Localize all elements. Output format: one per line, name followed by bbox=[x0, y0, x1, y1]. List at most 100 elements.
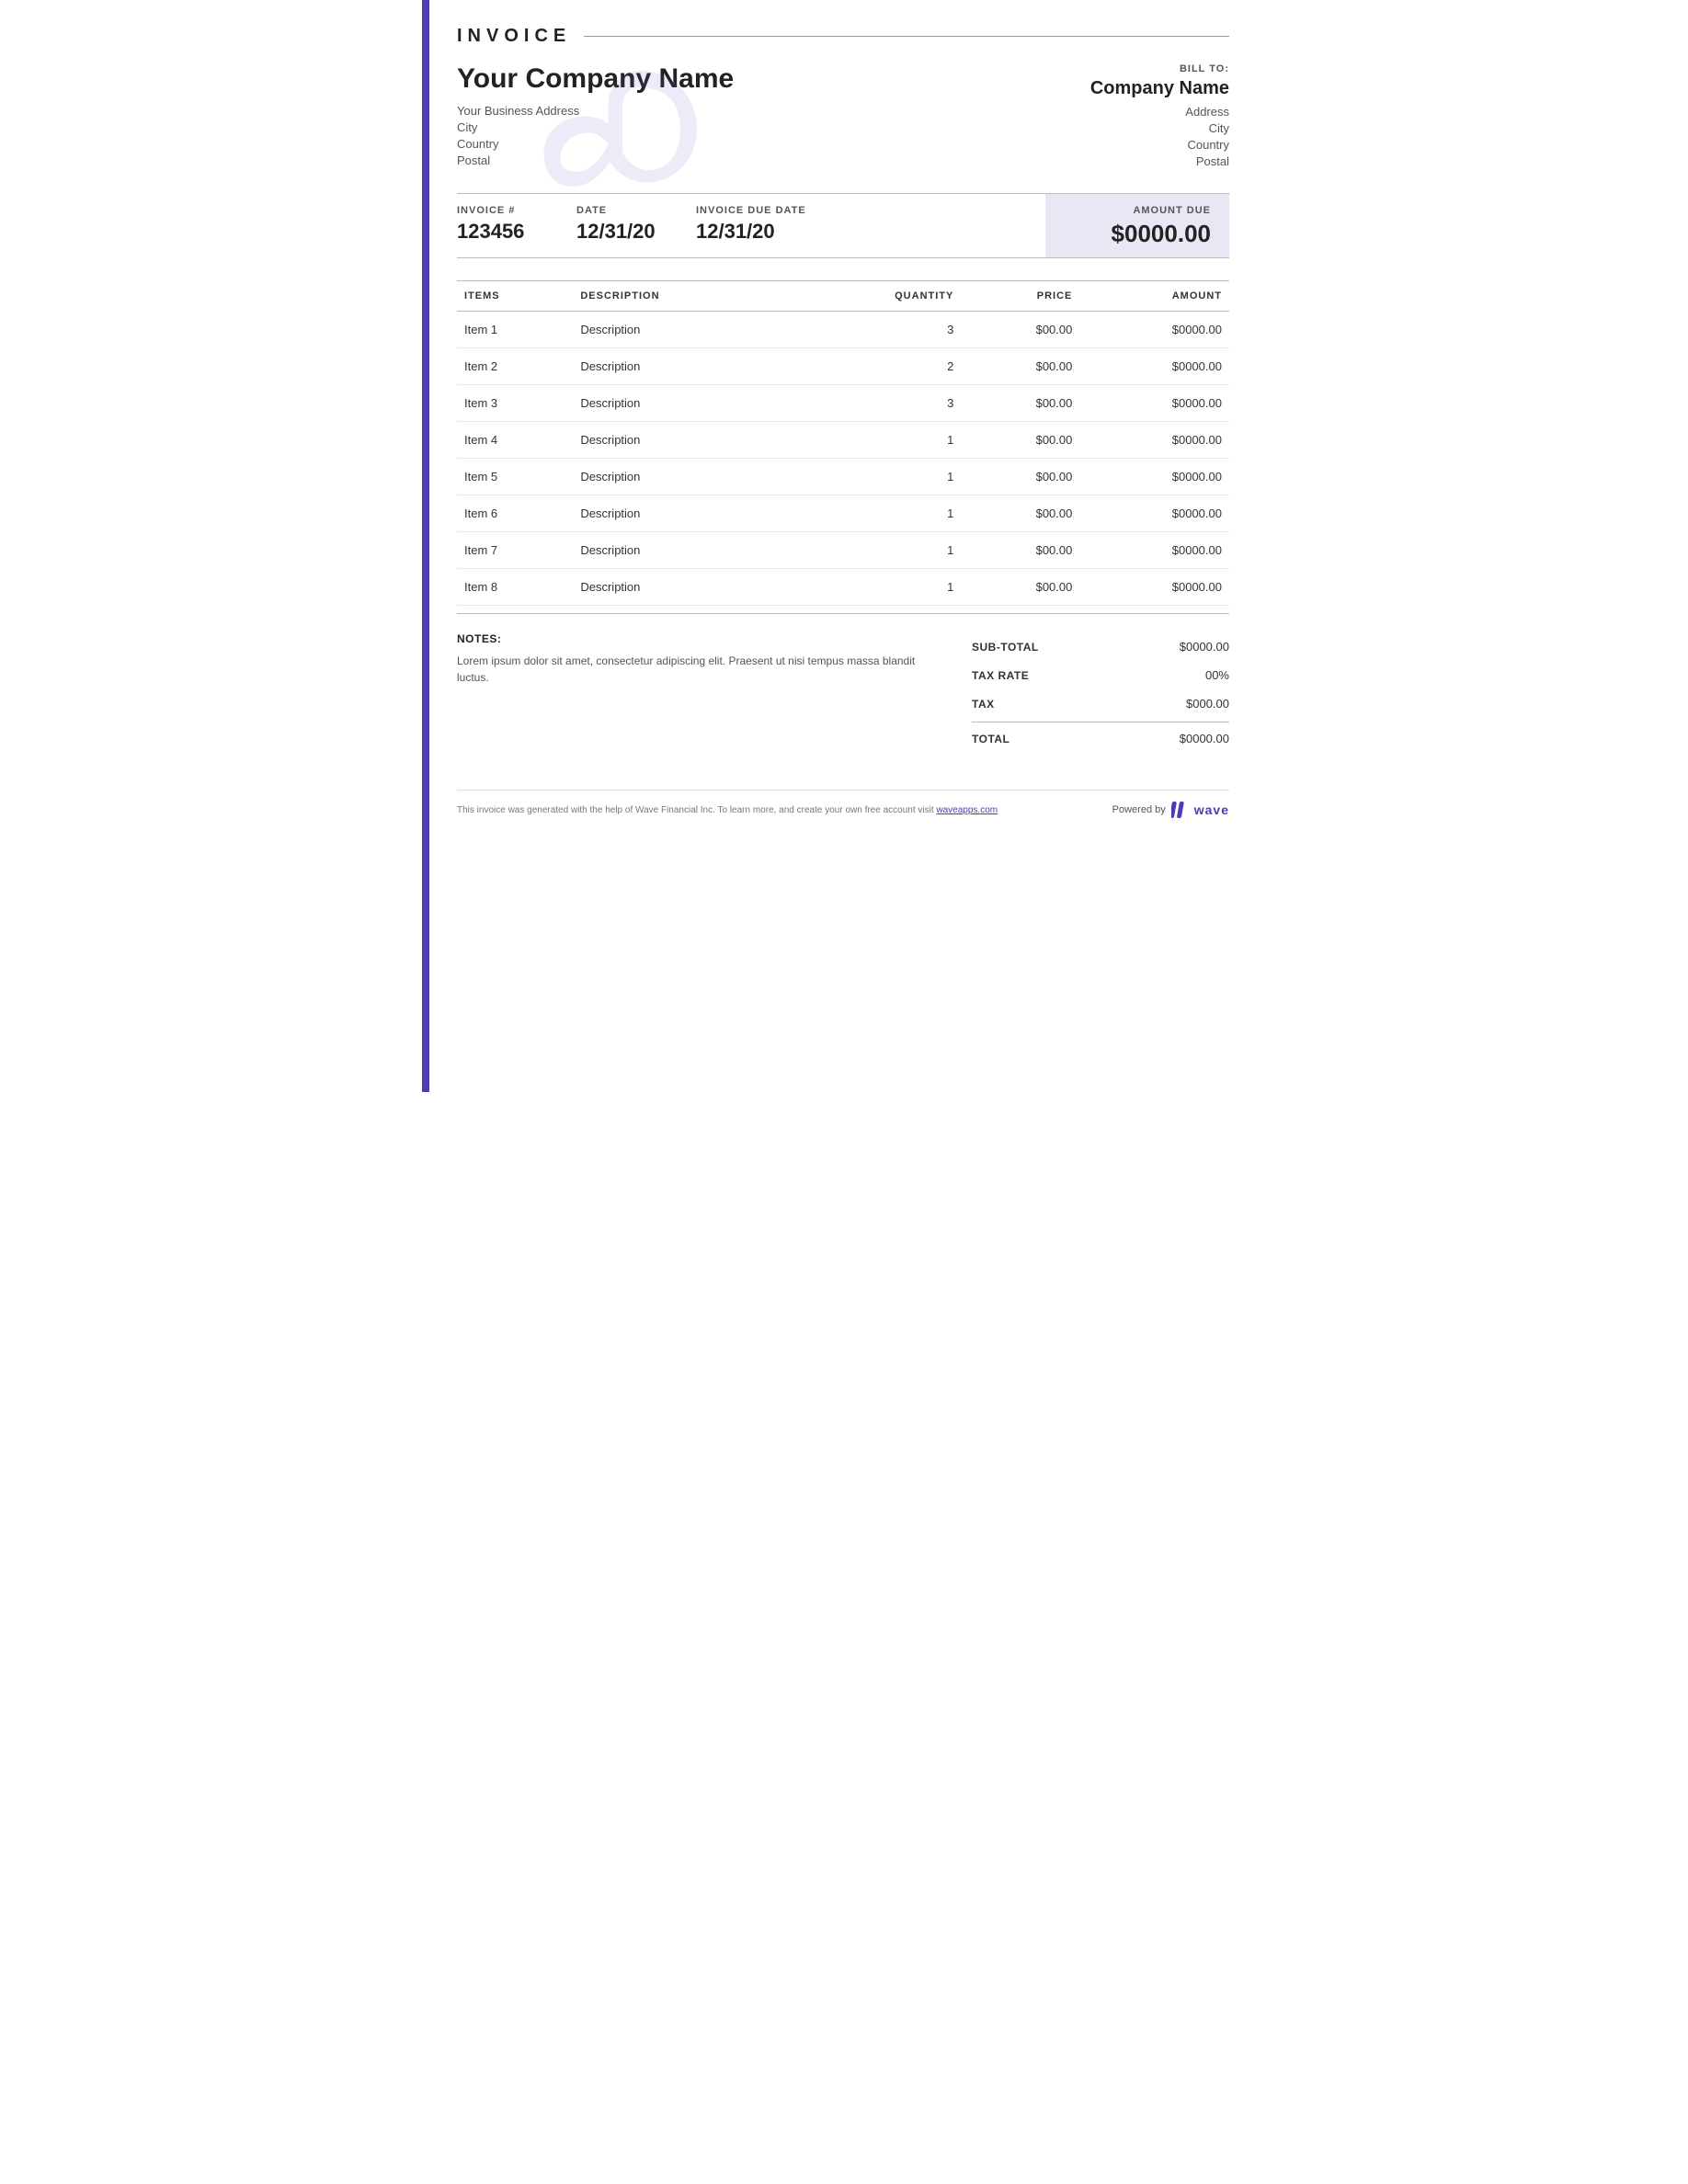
meta-left: INVOICE # 123456 DATE 12/31/20 INVOICE D… bbox=[457, 194, 1045, 257]
item-description: Description bbox=[573, 385, 790, 422]
item-price: $00.00 bbox=[961, 569, 1079, 606]
item-description: Description bbox=[573, 312, 790, 348]
item-amount: $0000.00 bbox=[1079, 312, 1229, 348]
table-row: Item 2 Description 2 $00.00 $0000.00 bbox=[457, 348, 1229, 385]
bill-to-country: Country bbox=[1045, 138, 1229, 152]
item-amount: $0000.00 bbox=[1079, 495, 1229, 532]
tax-row: TAX $000.00 bbox=[972, 689, 1229, 718]
table-row: Item 8 Description 1 $00.00 $0000.00 bbox=[457, 569, 1229, 606]
subtotal-value: $0000.00 bbox=[1180, 640, 1229, 654]
accent-bar bbox=[422, 0, 429, 1092]
bill-to-address: Address bbox=[1045, 105, 1229, 119]
title-line bbox=[584, 36, 1229, 37]
item-description: Description bbox=[573, 532, 790, 569]
item-description: Description bbox=[573, 422, 790, 459]
wave-brand-name: wave bbox=[1194, 802, 1229, 817]
tax-rate-value: 00% bbox=[1205, 668, 1229, 682]
total-row: TOTAL $0000.00 bbox=[972, 722, 1229, 753]
item-amount: $0000.00 bbox=[1079, 422, 1229, 459]
bottom-section: NOTES: Lorem ipsum dolor sit amet, conse… bbox=[457, 613, 1229, 753]
bill-to-company: Company Name bbox=[1045, 78, 1229, 99]
invoice-page: INVOICE Your Company Name Your Business … bbox=[422, 0, 1266, 1092]
date-cell: DATE 12/31/20 bbox=[576, 194, 696, 257]
item-name: Item 4 bbox=[457, 422, 573, 459]
tax-label: TAX bbox=[972, 698, 995, 711]
item-quantity: 3 bbox=[791, 312, 962, 348]
item-name: Item 7 bbox=[457, 532, 573, 569]
table-row: Item 1 Description 3 $00.00 $0000.00 bbox=[457, 312, 1229, 348]
wave-logo: wave bbox=[1171, 802, 1229, 818]
item-price: $00.00 bbox=[961, 422, 1079, 459]
footer-text: This invoice was generated with the help… bbox=[457, 805, 998, 815]
item-quantity: 1 bbox=[791, 569, 962, 606]
item-description: Description bbox=[573, 459, 790, 495]
amount-due-value: $0000.00 bbox=[1064, 220, 1211, 248]
col-header-price: PRICE bbox=[961, 281, 1079, 312]
company-country: Country bbox=[457, 137, 1045, 151]
item-amount: $0000.00 bbox=[1079, 459, 1229, 495]
date-value: 12/31/20 bbox=[576, 220, 678, 244]
bill-to-label: BILL TO: bbox=[1045, 63, 1229, 74]
item-description: Description bbox=[573, 348, 790, 385]
company-address: Your Business Address bbox=[457, 104, 1045, 118]
table-header-row: ITEMS DESCRIPTION QUANTITY PRICE AMOUNT bbox=[457, 281, 1229, 312]
tax-rate-label: TAX RATE bbox=[972, 669, 1029, 682]
powered-by-text: Powered by bbox=[1112, 804, 1166, 815]
footer-link[interactable]: waveapps.com bbox=[936, 805, 998, 815]
table-row: Item 4 Description 1 $00.00 $0000.00 bbox=[457, 422, 1229, 459]
item-price: $00.00 bbox=[961, 312, 1079, 348]
item-price: $00.00 bbox=[961, 385, 1079, 422]
company-city: City bbox=[457, 120, 1045, 134]
col-header-items: ITEMS bbox=[457, 281, 573, 312]
item-amount: $0000.00 bbox=[1079, 532, 1229, 569]
invoice-title-row: INVOICE bbox=[457, 26, 1229, 47]
item-name: Item 5 bbox=[457, 459, 573, 495]
item-price: $00.00 bbox=[961, 532, 1079, 569]
due-date-label: INVOICE DUE DATE bbox=[696, 205, 806, 216]
item-quantity: 1 bbox=[791, 459, 962, 495]
invoice-number-cell: INVOICE # 123456 bbox=[457, 194, 576, 257]
footer-description: This invoice was generated with the help… bbox=[457, 805, 934, 815]
table-row: Item 7 Description 1 $00.00 $0000.00 bbox=[457, 532, 1229, 569]
item-quantity: 1 bbox=[791, 422, 962, 459]
company-name: Your Company Name bbox=[457, 63, 1045, 95]
subtotal-label: SUB-TOTAL bbox=[972, 641, 1039, 654]
item-name: Item 6 bbox=[457, 495, 573, 532]
item-price: $00.00 bbox=[961, 348, 1079, 385]
item-price: $00.00 bbox=[961, 459, 1079, 495]
item-name: Item 1 bbox=[457, 312, 573, 348]
total-label: TOTAL bbox=[972, 733, 1009, 745]
item-name: Item 2 bbox=[457, 348, 573, 385]
item-description: Description bbox=[573, 495, 790, 532]
notes-text: Lorem ipsum dolor sit amet, consectetur … bbox=[457, 653, 917, 686]
item-amount: $0000.00 bbox=[1079, 348, 1229, 385]
invoice-meta-row: INVOICE # 123456 DATE 12/31/20 INVOICE D… bbox=[457, 193, 1229, 258]
total-value: $0000.00 bbox=[1180, 732, 1229, 745]
invoice-number-label: INVOICE # bbox=[457, 205, 558, 216]
item-description: Description bbox=[573, 569, 790, 606]
amount-due-cell: AMOUNT DUE $0000.00 bbox=[1045, 194, 1229, 257]
due-date-value: 12/31/20 bbox=[696, 220, 806, 244]
totals-section: SUB-TOTAL $0000.00 TAX RATE 00% TAX $000… bbox=[953, 632, 1229, 753]
notes-label: NOTES: bbox=[457, 632, 917, 645]
subtotal-row: SUB-TOTAL $0000.00 bbox=[972, 632, 1229, 661]
item-quantity: 1 bbox=[791, 495, 962, 532]
bill-to-postal: Postal bbox=[1045, 154, 1229, 168]
item-name: Item 8 bbox=[457, 569, 573, 606]
company-info: Your Company Name Your Business Address … bbox=[457, 63, 1045, 170]
tax-rate-row: TAX RATE 00% bbox=[972, 661, 1229, 689]
table-row: Item 3 Description 3 $00.00 $0000.00 bbox=[457, 385, 1229, 422]
invoice-number-value: 123456 bbox=[457, 220, 558, 244]
item-quantity: 1 bbox=[791, 532, 962, 569]
item-amount: $0000.00 bbox=[1079, 385, 1229, 422]
date-label: DATE bbox=[576, 205, 678, 216]
header-section: Your Company Name Your Business Address … bbox=[457, 63, 1229, 171]
item-name: Item 3 bbox=[457, 385, 573, 422]
bill-to-section: BILL TO: Company Name Address City Count… bbox=[1045, 63, 1229, 171]
footer-brand: Powered by wave bbox=[1112, 802, 1229, 818]
due-date-cell: INVOICE DUE DATE 12/31/20 bbox=[696, 194, 825, 257]
col-header-description: DESCRIPTION bbox=[573, 281, 790, 312]
tax-value: $000.00 bbox=[1186, 697, 1229, 711]
item-amount: $0000.00 bbox=[1079, 569, 1229, 606]
notes-section: NOTES: Lorem ipsum dolor sit amet, conse… bbox=[457, 632, 953, 753]
